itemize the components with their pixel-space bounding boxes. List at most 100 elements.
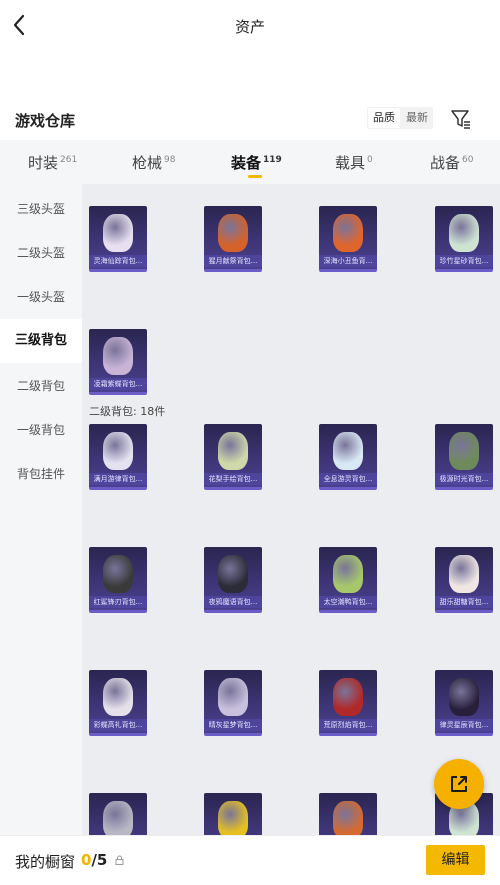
active-tab-indicator <box>248 175 262 178</box>
backpack-icon <box>218 432 248 470</box>
backpack-icon <box>218 555 248 593</box>
sidebar-item-level2-backpack[interactable]: 二级背包 <box>0 364 82 408</box>
item-card: 律灵星辰背包... <box>435 670 493 736</box>
backpack-item[interactable] <box>319 793 377 835</box>
item-name: 红鲨锋刃背包... <box>89 596 147 608</box>
backpack-item[interactable]: 满月游律背包... <box>89 424 147 490</box>
item-name: 深海小丑鱼背... <box>319 255 377 267</box>
item-card: 荒原烈焰背包... <box>319 670 377 736</box>
backpack-item[interactable]: 彩蝶高礼背包... <box>89 670 147 736</box>
backpack-icon <box>333 432 363 470</box>
backpack-icon <box>103 678 133 716</box>
item-card: 红鲨锋刃背包... <box>89 547 147 613</box>
sidebar: 三级头盔 二级头盔 一级头盔 三级背包 二级背包 一级背包 背包挂件 <box>0 184 82 835</box>
item-card: 花梨手绘背包... <box>204 424 262 490</box>
share-button[interactable] <box>434 759 484 809</box>
item-card: 全息游灵背包... <box>319 424 377 490</box>
warehouse-title: 游戏仓库 <box>15 112 76 130</box>
item-name: 凌霜紫蝶背包... <box>89 378 147 390</box>
backpack-icon <box>103 801 133 835</box>
item-name: 花梨手绘背包... <box>204 473 262 485</box>
sidebar-item-level1-backpack[interactable]: 一级背包 <box>0 408 82 452</box>
backpack-icon <box>449 678 479 716</box>
backpack-item[interactable]: 极源时光背包... <box>435 424 493 490</box>
backpack-icon <box>103 214 133 252</box>
item-card: 晴灰星梦背包... <box>204 670 262 736</box>
item-card: 满月游律背包... <box>89 424 147 490</box>
backpack-icon <box>218 214 248 252</box>
item-card: 夜鸦魔语背包... <box>204 547 262 613</box>
tab-vehicles[interactable]: 载具 0 <box>335 152 373 173</box>
item-name: 甜乐甜糖背包... <box>435 596 493 608</box>
showcase-count: 0/5 <box>81 851 108 869</box>
item-name: 灵海仙踪背包... <box>89 255 147 267</box>
tab-equipment[interactable]: 装备 119 <box>231 152 282 173</box>
backpack-icon <box>218 678 248 716</box>
item-card <box>204 793 262 835</box>
item-name: 律灵星辰背包... <box>435 719 493 731</box>
backpack-item[interactable]: 凌霜紫蝶背包... <box>89 329 147 395</box>
item-card: 太空潮鸭背包... <box>319 547 377 613</box>
showcase-label: 我的橱窗 <box>15 853 76 871</box>
backpack-item[interactable]: 珍竹星砂背包... <box>435 206 493 272</box>
section-label-level2-backpack: 二级背包: 18件 <box>89 405 166 418</box>
sidebar-item-level3-helmet[interactable]: 三级头盔 <box>0 187 82 231</box>
item-card <box>89 793 147 835</box>
item-name: 全息游灵背包... <box>319 473 377 485</box>
sort-option-quality[interactable]: 品质 <box>368 108 400 128</box>
sidebar-item-level2-helmet[interactable]: 二级头盔 <box>0 231 82 275</box>
backpack-icon <box>449 214 479 252</box>
tab-supplies[interactable]: 战备 60 <box>430 152 473 173</box>
backpack-item[interactable]: 晴灰星梦背包... <box>204 670 262 736</box>
backpack-icon <box>333 678 363 716</box>
backpack-item[interactable]: 甜乐甜糖背包... <box>435 547 493 613</box>
item-card: 灵海仙踪背包... <box>89 206 147 272</box>
item-name: 彩蝶高礼背包... <box>89 719 147 731</box>
backpack-item[interactable]: 太空潮鸭背包... <box>319 547 377 613</box>
backpack-item[interactable]: 红鲨锋刃背包... <box>89 547 147 613</box>
item-card: 珍竹星砂背包... <box>435 206 493 272</box>
backpack-item[interactable]: 律灵星辰背包... <box>435 670 493 736</box>
tab-fashion[interactable]: 时装 261 <box>28 152 77 173</box>
item-card: 彩蝶高礼背包... <box>89 670 147 736</box>
item-name: 满月游律背包... <box>89 473 147 485</box>
backpack-icon <box>449 555 479 593</box>
item-name: 珍竹星砂背包... <box>435 255 493 267</box>
item-card: 极源时光背包... <box>435 424 493 490</box>
backpack-item[interactable] <box>89 793 147 835</box>
backpack-icon <box>333 801 363 835</box>
tab-weapons[interactable]: 枪械 98 <box>132 152 175 173</box>
backpack-item[interactable]: 深海小丑鱼背... <box>319 206 377 272</box>
item-name: 猩月献祭背包... <box>204 255 262 267</box>
sort-option-latest[interactable]: 最新 <box>401 107 433 129</box>
backpack-item[interactable] <box>204 793 262 835</box>
sidebar-item-level1-helmet[interactable]: 一级头盔 <box>0 275 82 319</box>
backpack-item[interactable]: 荒原烈焰背包... <box>319 670 377 736</box>
lock-icon <box>115 855 124 868</box>
backpack-item[interactable]: 夜鸦魔语背包... <box>204 547 262 613</box>
item-name: 晴灰星梦背包... <box>204 719 262 731</box>
edit-button[interactable]: 编辑 <box>426 845 485 875</box>
backpack-item[interactable]: 灵海仙踪背包... <box>89 206 147 272</box>
share-icon <box>451 776 467 792</box>
sidebar-item-backpack-charm[interactable]: 背包挂件 <box>0 452 82 496</box>
backpack-item[interactable]: 全息游灵背包... <box>319 424 377 490</box>
backpack-icon <box>103 432 133 470</box>
backpack-icon <box>103 337 133 375</box>
backpack-icon <box>333 555 363 593</box>
page-title: 资产 <box>234 18 265 36</box>
item-card: 甜乐甜糖背包... <box>435 547 493 613</box>
filter-icon[interactable] <box>450 108 472 130</box>
sidebar-item-level3-backpack[interactable]: 三级背包 <box>0 319 82 363</box>
backpack-icon <box>333 214 363 252</box>
sort-toggle[interactable]: 品质 最新 <box>367 107 433 129</box>
item-card: 凌霜紫蝶背包... <box>89 329 147 395</box>
item-name: 太空潮鸭背包... <box>319 596 377 608</box>
item-card: 深海小丑鱼背... <box>319 206 377 272</box>
item-card <box>319 793 377 835</box>
backpack-item[interactable]: 花梨手绘背包... <box>204 424 262 490</box>
backpack-item[interactable]: 猩月献祭背包... <box>204 206 262 272</box>
backpack-icon <box>103 555 133 593</box>
item-name: 夜鸦魔语背包... <box>204 596 262 608</box>
item-grid: 二级背包: 18件 灵海仙踪背包... 猩月献祭背包... 深海小丑鱼背... 珍竹星… <box>82 184 500 835</box>
